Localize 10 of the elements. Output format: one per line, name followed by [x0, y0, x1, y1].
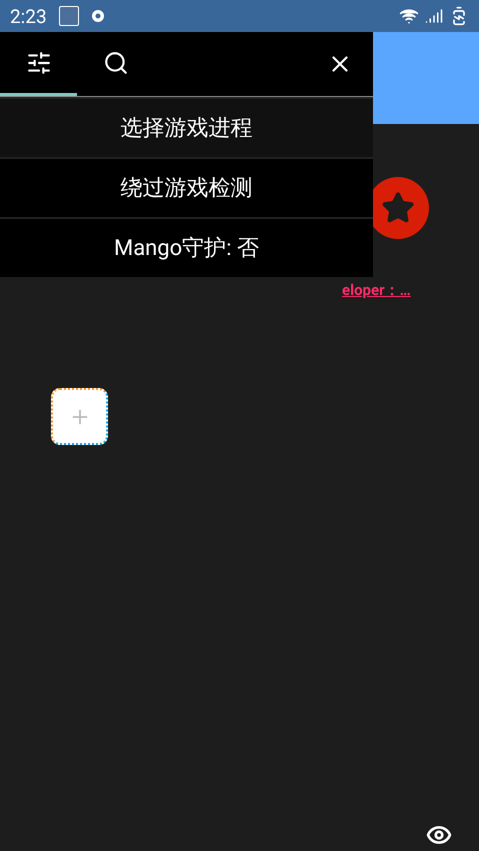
sliders-icon [26, 50, 52, 76]
menu-item[interactable]: 选择游戏进程 [0, 97, 373, 157]
status-time: 2:23 [10, 4, 47, 28]
star-icon [381, 191, 415, 225]
signal-icon [425, 7, 443, 25]
developer-link[interactable]: eloper：… [342, 281, 411, 299]
notification-icon [90, 9, 105, 23]
add-button[interactable] [51, 388, 108, 445]
app-notification-icon [58, 6, 79, 26]
search-icon [102, 50, 128, 76]
